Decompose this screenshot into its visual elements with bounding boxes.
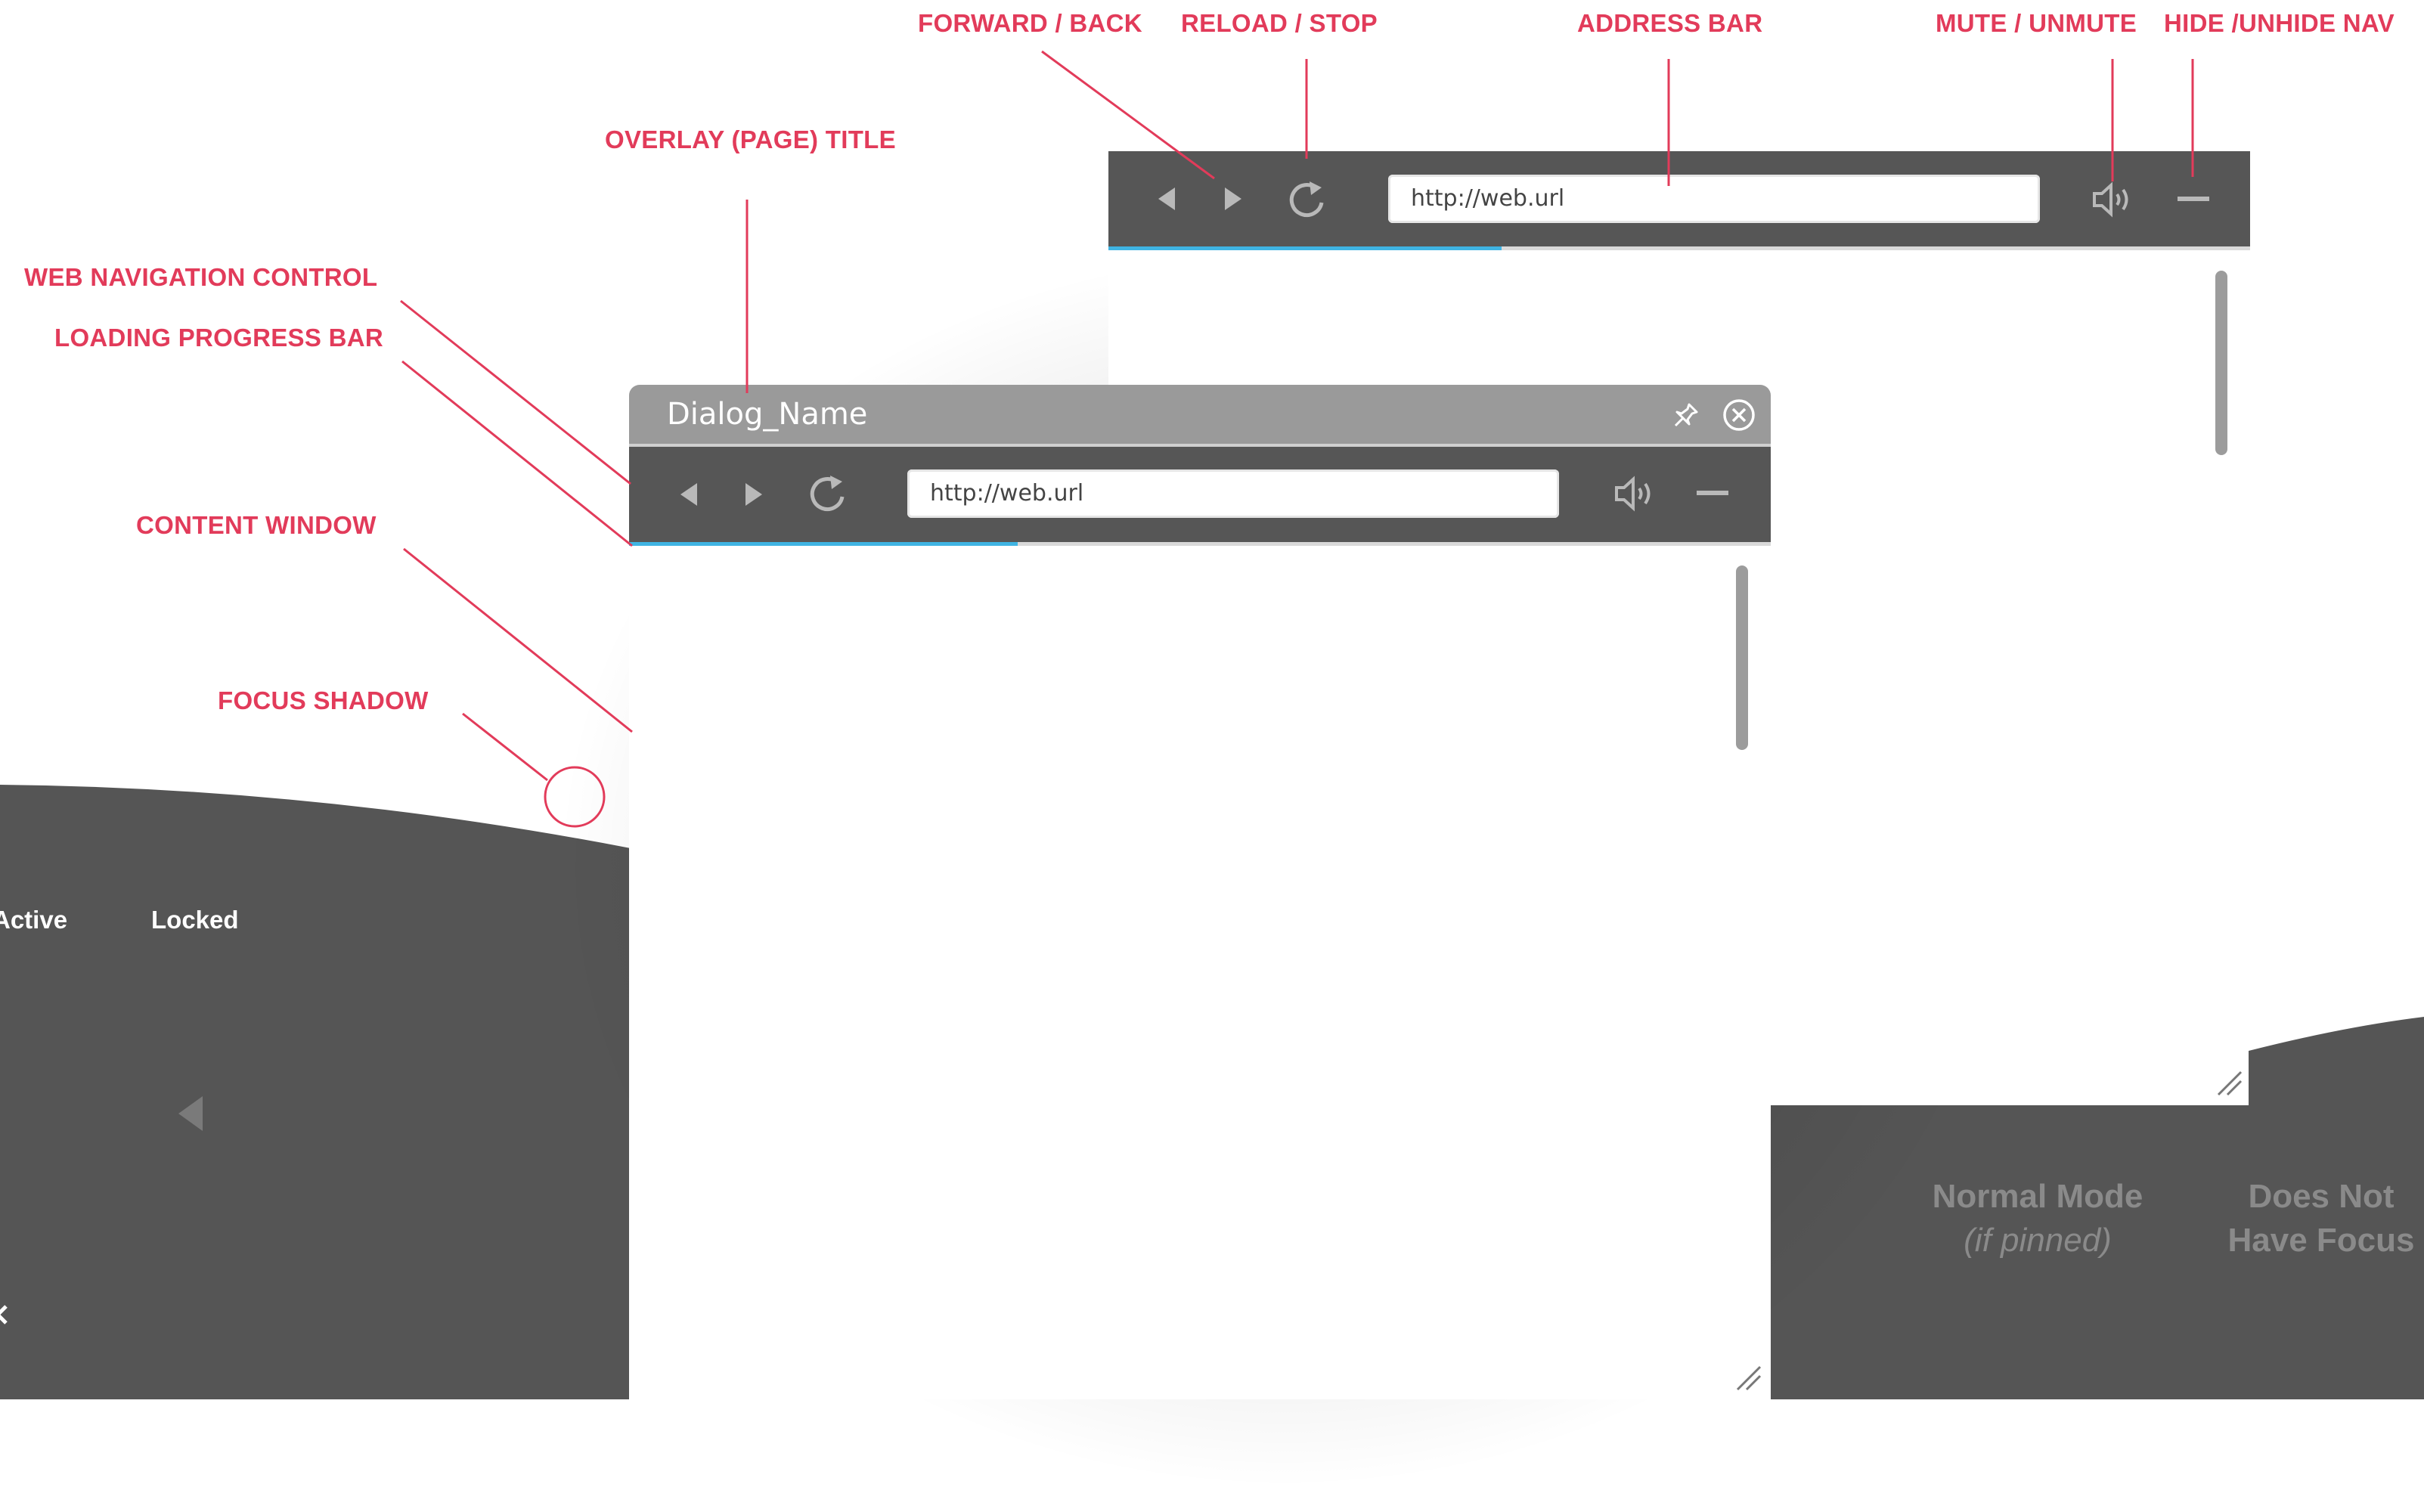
line-nav-control [400, 299, 631, 485]
callout-loading-progress-bar: LOADING PROGRESS BAR [54, 324, 384, 352]
line-content [403, 547, 633, 733]
callout-reload-stop: RELOAD / STOP [1181, 9, 1378, 37]
line-progress [401, 360, 633, 547]
callout-address-bar: ADDRESS BAR [1577, 9, 1763, 37]
focus-shadow-marker [544, 766, 606, 828]
callout-hide-unhide-nav: HIDE /UNHIDE NAV [2164, 9, 2395, 37]
line-focus [462, 712, 548, 782]
callout-mute-unmute: MUTE / UNMUTE [1936, 9, 2137, 37]
callout-content-window: CONTENT WINDOW [136, 511, 377, 539]
callout-overlay-title: OVERLAY (PAGE) TITLE [605, 125, 896, 153]
callout-web-nav-control: WEB NAVIGATION CONTROL [24, 263, 378, 291]
line-forward-back [1041, 50, 1215, 180]
callout-forward-back: FORWARD / BACK [918, 9, 1142, 37]
callout-focus-shadow: FOCUS SHADOW [218, 686, 429, 714]
